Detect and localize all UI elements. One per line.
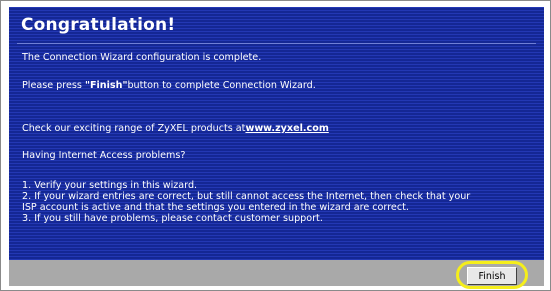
tip-item: 3. If you still have problems, please co… (22, 213, 323, 224)
wizard-window: Congratulation! The Connection Wizard co… (0, 0, 551, 291)
page-title: Congratulation! (21, 15, 176, 35)
products-prefix: Check our exciting range of ZyXEL produc… (22, 123, 246, 134)
problems-heading: Having Internet Access problems? (22, 150, 186, 161)
tip-item: ISP account is active and that the setti… (22, 202, 409, 213)
press-prefix: Please press (22, 80, 85, 91)
tip-item: 1. Verify your settings in this wizard. (22, 180, 198, 191)
zyxel-website-link[interactable]: www.zyxel.com (245, 123, 328, 134)
finish-keyword: "Finish" (84, 80, 128, 91)
complete-message: The Connection Wizard configuration is c… (22, 52, 262, 63)
press-suffix: button to complete Connection Wizard. (127, 80, 316, 91)
tip-item: 2. If your wizard entries are correct, b… (22, 191, 471, 202)
finish-button[interactable]: Finish (467, 267, 517, 285)
title-divider (17, 43, 536, 44)
products-message: Check our exciting range of ZyXEL produc… (22, 123, 329, 134)
wizard-panel: Congratulation! The Connection Wizard co… (9, 7, 544, 260)
press-finish-message: Please press "Finish"button to complete … (22, 80, 316, 91)
